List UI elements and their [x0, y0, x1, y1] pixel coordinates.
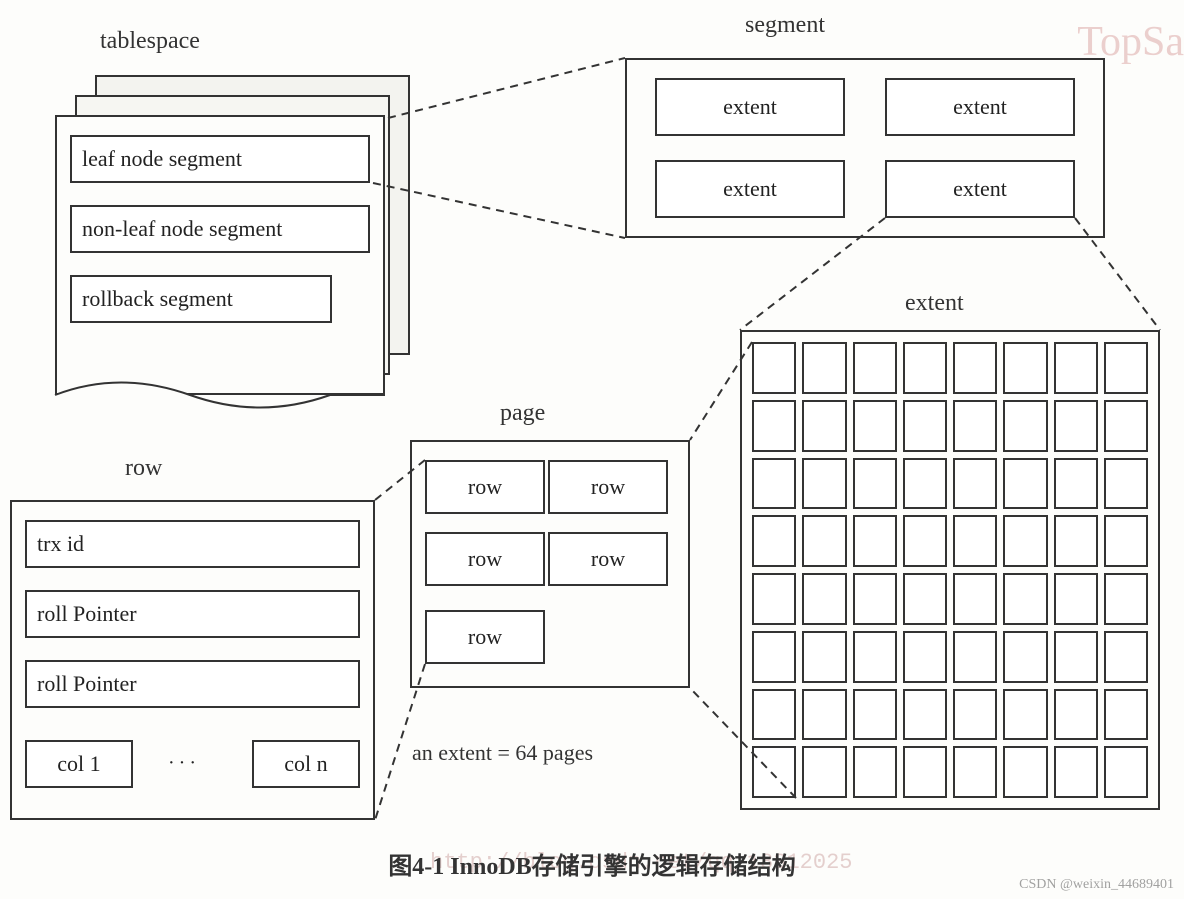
extent-page-cell: [903, 515, 947, 567]
extent-page-cell: [853, 458, 897, 510]
extent-page-cell: [853, 689, 897, 741]
segment-extent-0: extent: [655, 78, 845, 136]
extent-page-cell: [903, 689, 947, 741]
segment-extent-2: extent: [655, 160, 845, 218]
extent-page-cell: [802, 746, 846, 798]
extent-page-cell: [903, 458, 947, 510]
extent-page-cell: [752, 631, 796, 683]
page-row-2: row: [425, 532, 545, 586]
page-row-1: row: [548, 460, 668, 514]
extent-page-cell: [1104, 458, 1148, 510]
extent-page-cell: [1003, 573, 1047, 625]
extent-page-cell: [903, 746, 947, 798]
extent-page-cell: [802, 458, 846, 510]
extent-page-cell: [1054, 342, 1098, 394]
row-ellipsis: ···: [168, 752, 200, 775]
extent-page-cell: [953, 573, 997, 625]
extent-page-cell: [1054, 515, 1098, 567]
extent-page-cell: [802, 631, 846, 683]
extent-page-cell: [953, 342, 997, 394]
extent-page-cell: [1054, 458, 1098, 510]
extent-page-cell: [1054, 631, 1098, 683]
tablespace-item-0: leaf node segment: [70, 135, 370, 183]
tablespace-label: tablespace: [100, 28, 200, 55]
extent-page-cell: [1104, 631, 1148, 683]
row-field-0: trx id: [25, 520, 360, 568]
extent-page-cell: [1003, 746, 1047, 798]
page-row-0: row: [425, 460, 545, 514]
extent-page-cell: [1104, 573, 1148, 625]
extent-label: extent: [905, 290, 964, 317]
extent-grid: [752, 342, 1148, 798]
extent-page-cell: [953, 631, 997, 683]
extent-page-cell: [903, 573, 947, 625]
extent-page-cell: [1104, 400, 1148, 452]
row-field-2: roll Pointer: [25, 660, 360, 708]
extent-page-cell: [752, 515, 796, 567]
extent-page-cell: [953, 400, 997, 452]
segment-extent-3: extent: [885, 160, 1075, 218]
extent-page-cell: [1003, 342, 1047, 394]
extent-page-cell: [853, 400, 897, 452]
extent-page-cell: [752, 400, 796, 452]
segment-extent-1: extent: [885, 78, 1075, 136]
extent-page-cell: [1104, 515, 1148, 567]
extent-page-cell: [752, 342, 796, 394]
extent-page-cell: [953, 746, 997, 798]
page-row-3: row: [548, 532, 668, 586]
extent-page-cell: [853, 515, 897, 567]
extent-page-cell: [903, 400, 947, 452]
segment-label: segment: [745, 12, 825, 39]
tablespace-item-1: non-leaf node segment: [70, 205, 370, 253]
row-col-n: col n: [252, 740, 360, 788]
extent-page-cell: [752, 573, 796, 625]
extent-page-cell: [1003, 458, 1047, 510]
extent-page-cell: [752, 746, 796, 798]
extent-page-cell: [752, 458, 796, 510]
extent-page-cell: [903, 631, 947, 683]
tablespace-item-2: rollback segment: [70, 275, 332, 323]
extent-page-cell: [953, 515, 997, 567]
page-label: page: [500, 400, 545, 427]
extent-page-cell: [1104, 689, 1148, 741]
extent-page-cell: [802, 342, 846, 394]
extent-page-cell: [1104, 746, 1148, 798]
extent-page-cell: [802, 573, 846, 625]
row-col-0: col 1: [25, 740, 133, 788]
extent-page-cell: [1054, 689, 1098, 741]
extent-page-cell: [853, 573, 897, 625]
extent-page-cell: [752, 689, 796, 741]
extent-page-cell: [802, 689, 846, 741]
figure-caption: 图4-1 InnoDB存储引擎的逻辑存储结构: [0, 846, 1184, 881]
extent-page-cell: [1054, 573, 1098, 625]
extent-page-cell: [1003, 689, 1047, 741]
extent-note: an extent = 64 pages: [412, 740, 593, 766]
extent-page-cell: [853, 631, 897, 683]
extent-page-cell: [1003, 515, 1047, 567]
extent-page-cell: [953, 458, 997, 510]
extent-page-cell: [1104, 342, 1148, 394]
extent-page-cell: [1054, 400, 1098, 452]
extent-page-cell: [1054, 746, 1098, 798]
extent-page-cell: [953, 689, 997, 741]
extent-page-cell: [1003, 400, 1047, 452]
page-row-4: row: [425, 610, 545, 664]
extent-page-cell: [802, 400, 846, 452]
extent-page-cell: [853, 342, 897, 394]
extent-page-cell: [903, 342, 947, 394]
extent-page-cell: [802, 515, 846, 567]
row-field-1: roll Pointer: [25, 590, 360, 638]
extent-page-cell: [853, 746, 897, 798]
extent-page-cell: [1003, 631, 1047, 683]
row-label: row: [125, 455, 162, 482]
